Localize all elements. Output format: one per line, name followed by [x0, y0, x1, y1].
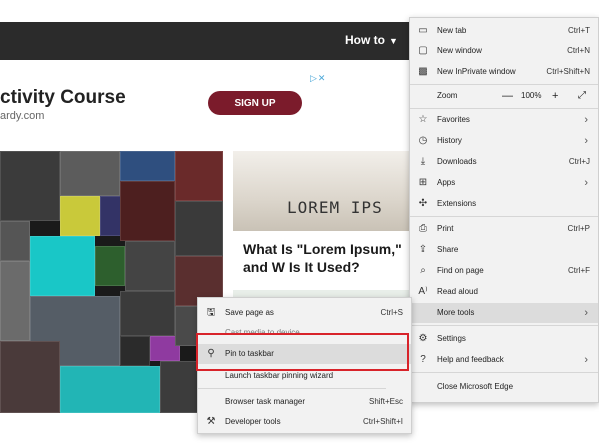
ad-choices-icon[interactable]: ▷✕ [310, 73, 326, 84]
edge-settings-menu: ▭ New tab Ctrl+T ▢ New window Ctrl+N ▩ N… [409, 17, 599, 403]
menu-item-print[interactable]: ⎙ Print Ctrl+P [410, 219, 598, 239]
highlight-annotation [196, 333, 409, 371]
new-window-icon: ▢ [418, 45, 428, 56]
submenu-divider [198, 388, 386, 389]
menu-item-history[interactable]: ◷ History › [410, 131, 598, 151]
ad-domain: ardy.com [0, 110, 45, 122]
new-tab-icon: ▭ [418, 25, 428, 36]
menu-item-settings[interactable]: ⚙ Settings [410, 329, 598, 349]
treemap-image [0, 151, 223, 413]
read-aloud-icon: A⁾ [418, 286, 428, 297]
menu-item-share[interactable]: ⇪ Share [410, 240, 598, 260]
menu-item-find-on-page[interactable]: ⌕ Find on page Ctrl+F [410, 261, 598, 281]
chevron-right-icon: › [584, 177, 588, 189]
zoom-level: 100% [521, 91, 542, 100]
history-clock-icon: ◷ [418, 135, 428, 146]
menu-divider [410, 372, 598, 373]
zoom-in-button[interactable]: + [552, 86, 558, 106]
settings-gear-icon: ⚙ [418, 333, 428, 344]
find-page-icon: ⌕ [420, 265, 426, 276]
submenu-item-dev-tools[interactable]: ⚒ Developer tools Ctrl+Shift+I [198, 412, 411, 432]
download-icon: ⤓ [420, 156, 426, 167]
share-icon: ⇪ [418, 244, 428, 255]
apps-grid-icon: ⊞ [418, 177, 428, 188]
menu-item-apps[interactable]: ⊞ Apps › [410, 173, 598, 193]
ad-signup-button[interactable]: SIGN UP [208, 91, 302, 115]
chevron-right-icon: › [584, 114, 588, 126]
printer-icon: ⎙ [419, 223, 427, 234]
how-to-label: How to [345, 33, 385, 47]
chevron-right-icon: › [584, 354, 588, 366]
menu-divider [410, 325, 598, 326]
menu-item-favorites[interactable]: ☆ Favorites › [410, 110, 598, 130]
ad-title: ctivity Course [0, 87, 126, 108]
menu-divider [410, 108, 598, 109]
help-question-icon: ? [420, 354, 426, 365]
extensions-puzzle-icon: ✣ [418, 198, 428, 209]
developer-tools-icon: ⚒ [206, 416, 216, 427]
submenu-item-save-page[interactable]: 🖫 Save page as Ctrl+S [198, 303, 411, 323]
chevron-right-icon: › [584, 307, 588, 319]
article-title[interactable]: What Is "Lorem Ipsum," and W Is It Used? [243, 240, 418, 276]
caret-down-icon: ▼ [389, 36, 398, 46]
zoom-out-button[interactable]: — [502, 86, 513, 106]
menu-item-read-aloud[interactable]: A⁾ Read aloud [410, 282, 598, 302]
menu-item-new-window[interactable]: ▢ New window Ctrl+N [410, 41, 598, 61]
favorites-star-icon: ☆ [418, 114, 428, 125]
how-to-menu[interactable]: How to ▼ [345, 33, 398, 47]
inprivate-icon: ▩ [418, 66, 428, 77]
menu-divider [410, 216, 598, 217]
article-image-text: LOREM IPS [287, 198, 383, 217]
menu-item-more-tools[interactable]: More tools › [410, 303, 598, 323]
save-page-icon: 🖫 [206, 307, 216, 318]
menu-item-inprivate[interactable]: ▩ New InPrivate window Ctrl+Shift+N [410, 62, 598, 82]
menu-item-extensions[interactable]: ✣ Extensions [410, 194, 598, 214]
article-image[interactable] [233, 151, 410, 231]
menu-item-close-edge[interactable]: Close Microsoft Edge [410, 377, 598, 397]
submenu-item-task-manager[interactable]: Browser task manager Shift+Esc [198, 392, 411, 412]
chevron-right-icon: › [584, 135, 588, 147]
menu-divider [410, 84, 598, 85]
menu-item-new-tab[interactable]: ▭ New tab Ctrl+T [410, 21, 598, 41]
menu-item-zoom: Zoom — 100% + ⤢ [410, 86, 598, 106]
fullscreen-icon[interactable]: ⤢ [578, 86, 586, 106]
menu-item-downloads[interactable]: ⤓ Downloads Ctrl+J [410, 152, 598, 172]
menu-item-help[interactable]: ? Help and feedback › [410, 350, 598, 370]
